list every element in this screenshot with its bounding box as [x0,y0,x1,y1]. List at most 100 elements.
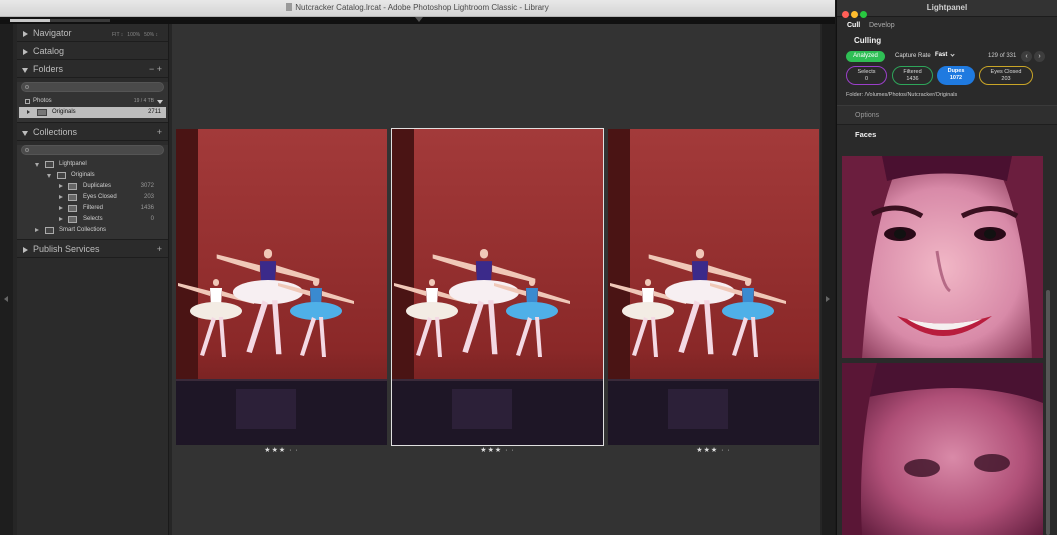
folders-body: Photos 19 / 4 TB Originals 2711 [17,82,168,123]
photo-rating[interactable]: ★★★ · · [176,446,387,454]
face-thumbnail[interactable] [842,156,1043,358]
folders-header[interactable]: Folders − + [17,60,168,78]
tab-develop[interactable]: Develop [869,22,895,29]
chip-label: Dupes [947,68,965,74]
navigator-header[interactable]: Navigator FIT ↕ 100% 50% ↕ [17,24,168,42]
zoom-50[interactable]: 50% ↕ [144,32,158,38]
catalog-header[interactable]: Catalog [17,42,168,60]
face-image [842,156,1043,358]
window-title: Nutcracker Catalog.lrcat - Adobe Photosh… [0,3,835,12]
smart-collection-icon [68,194,77,201]
face-thumbnail[interactable] [842,363,1043,535]
collection-set-icon [57,172,66,179]
smart-collection-icon [68,216,77,223]
collections-body: Lightpanel Originals Duplicates 3072 Eye [17,145,168,240]
navigator-zoom[interactable]: FIT ↕ 100% 50% ↕ [112,24,162,44]
photo-thumbnail[interactable] [608,129,819,445]
dupes-chip[interactable]: Dupes 1072 [937,66,975,85]
collection-count: 0 [150,216,154,222]
chip-count: 0 [864,76,869,82]
culling-heading: Culling [854,36,882,45]
lightpanel-scrollbar[interactable] [1046,290,1050,535]
capture-rate-select[interactable]: Fast [935,52,947,58]
culling-controls: Analyzed Capture Rate Fast 129 of 331 ‹ … [837,49,1057,65]
collection-set-originals[interactable]: Originals [17,170,168,181]
collection-set-lightpanel[interactable]: Lightpanel [17,159,168,170]
chip-count: 1072 [949,75,963,81]
photo-rating[interactable]: ★★★ · · [608,446,819,454]
publish-services-label: Publish Services [33,244,100,254]
folders-add-remove[interactable]: − + [149,60,162,78]
catalog-label: Catalog [33,46,65,56]
smart-collection-icon [68,205,77,212]
caret-right-icon [23,49,28,55]
top-panel-toggle-icon[interactable] [415,17,423,22]
collection-name: Smart Collections [59,227,107,233]
chip-label: Filtered [903,69,922,75]
collection-selects[interactable]: Selects 0 [17,214,168,225]
caret-down-icon [22,68,28,73]
folder-path-value: /Volumes/Photos/Nutcracker/Originals [864,92,958,98]
tab-cull[interactable]: Cull [847,22,860,29]
lightpanel-titlebar[interactable]: Lightpanel [837,0,1057,18]
smart-collection-icon [68,183,77,190]
collection-name: Filtered [83,205,104,211]
filtered-chip[interactable]: Filtered 1436 [892,66,933,85]
photo-image [176,129,387,445]
collections-label: Collections [33,127,78,137]
caret-down-icon [22,131,28,136]
volume-dropdown-icon[interactable] [157,100,163,104]
publish-services-header[interactable]: Publish Services + [17,240,168,258]
collections-header[interactable]: Collections + [17,123,168,141]
collections-add-button[interactable]: + [157,123,162,141]
lightpanel-title: Lightpanel [926,3,968,12]
volume-info: 19 / 4 TB [133,98,154,104]
caret-right-icon [27,110,30,114]
collection-name: Originals [71,172,95,178]
zoom-fit[interactable]: FIT ↕ [112,32,123,38]
filter-chips: Selects 0 Filtered 1436 Dupes 1072 Eyes Clo… [837,66,1057,88]
collections-search-input[interactable] [21,145,164,155]
selects-chip[interactable]: Selects 0 [846,66,887,85]
left-panel-toggle[interactable] [0,24,13,535]
screen: Nutcracker Catalog.lrcat - Adobe Photosh… [0,0,1057,535]
collection-set-smart-collections[interactable]: Smart Collections [17,225,168,236]
chevron-down-icon[interactable] [950,52,955,57]
volume-row[interactable]: Photos 19 / 4 TB [17,96,168,107]
collection-name: Duplicates [83,183,112,189]
photo-image [608,129,819,445]
chip-label: Selects [857,69,876,75]
previous-button[interactable]: ‹ [1021,51,1032,62]
folders-search-input[interactable] [21,82,164,92]
lightroom-window: Nutcracker Catalog.lrcat - Adobe Photosh… [0,0,835,535]
caret-right-icon [59,206,63,210]
arrow-left-icon [4,296,8,302]
face-image [842,363,1043,535]
window-titlebar[interactable]: Nutcracker Catalog.lrcat - Adobe Photosh… [0,0,835,17]
folder-row-originals[interactable]: Originals 2711 [19,107,166,118]
photo-thumbnail-selected[interactable] [391,128,604,446]
photo-thumbnail[interactable] [176,129,387,445]
zoom-100[interactable]: 100% [127,32,140,38]
photo-rating[interactable]: ★★★ · · [392,446,603,454]
caret-right-icon [59,184,63,188]
folder-path: Folder: /Volumes/Photos/Nutcracker/Origi… [837,88,1057,102]
publish-add-button[interactable]: + [157,240,162,258]
collection-filtered[interactable]: Filtered 1436 [17,203,168,214]
analyzed-badge[interactable]: Analyzed [846,51,885,62]
collection-eyes-closed[interactable]: Eyes Closed 203 [17,192,168,203]
arrow-right-icon [826,296,830,302]
search-icon [25,85,29,89]
right-panel-toggle[interactable] [822,24,835,535]
options-section[interactable]: Options [837,105,1057,125]
eyes-closed-chip[interactable]: Eyes Closed 203 [979,66,1033,85]
caret-right-icon [35,228,39,232]
volume-name: Photos [33,98,52,104]
faces-heading: Faces [855,130,877,139]
chip-count: 1436 [906,76,919,82]
collection-duplicates[interactable]: Duplicates 3072 [17,181,168,192]
volume-icon [25,99,30,104]
collection-name: Lightpanel [59,161,87,167]
next-button[interactable]: › [1034,51,1045,62]
folder-name: Originals [52,109,76,115]
